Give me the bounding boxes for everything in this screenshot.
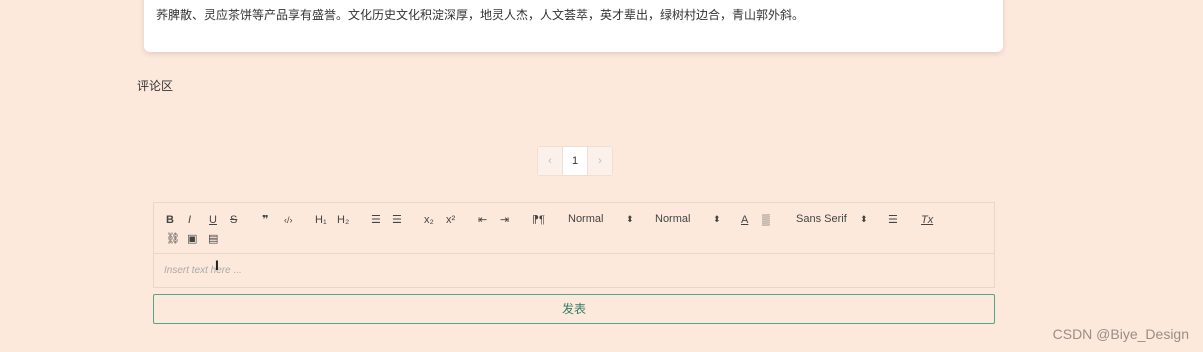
font-select[interactable]: Sans Serif ⬍ [796,213,872,225]
video-button[interactable]: ▤ [208,232,218,246]
strike-button[interactable]: S [230,213,237,227]
superscript-button[interactable]: x² [446,213,455,227]
bold-button[interactable]: B [166,213,174,227]
header-2-button[interactable]: H₂ [337,213,349,227]
comments-label: 评论区 [137,79,174,93]
bullet-list-button[interactable]: ☰ [392,213,402,227]
next-page-button[interactable]: › [588,147,612,175]
text-direction-button[interactable]: ⁋¶ [532,213,545,227]
header-select-value: Normal [655,213,691,225]
subscript-button[interactable]: x₂ [424,213,434,227]
size-select-value: Normal [568,213,604,225]
clean-format-button[interactable]: Tx [921,213,933,227]
indent-button[interactable]: ⇥ [500,213,509,227]
select-arrow-icon: ⬍ [626,214,634,224]
code-block-button[interactable]: ‹/› [284,213,293,227]
editor-content[interactable]: Insert text here ... [164,265,242,276]
editor-toolbar: B I U S ❞ ‹/› H₁ H₂ ☰ ☰ x₂ x² ⇤ ⇥ ⁋¶ Nor… [154,203,994,254]
image-button[interactable]: ▣ [187,232,197,246]
watermark: CSDN @Biye_Design [1052,326,1189,342]
header-select[interactable]: Normal ⬍ [655,213,725,225]
publish-button[interactable]: 发表 [153,294,995,324]
font-color-button[interactable]: A [741,213,748,227]
article-card: 荞脾散、灵应茶饼等产品享有盛誉。文化历史文化积淀深厚，地灵人杰，人文荟萃，英才辈… [144,0,1003,52]
header-1-button[interactable]: H₁ [315,213,327,227]
background-color-button[interactable]: ▒ [762,213,770,227]
blockquote-button[interactable]: ❞ [262,213,268,227]
link-button[interactable]: ⛓ [166,232,180,246]
text-cursor-icon: I [215,257,219,273]
underline-button[interactable]: U [209,213,217,227]
size-select[interactable]: Normal ⬍ [568,213,638,225]
align-button[interactable]: ☰ [888,213,898,227]
italic-button[interactable]: I [188,213,191,227]
font-select-value: Sans Serif [796,213,847,225]
page-1-button[interactable]: 1 [562,147,588,175]
select-arrow-icon: ⬍ [860,214,868,224]
comment-editor: B I U S ❞ ‹/› H₁ H₂ ☰ ☰ x₂ x² ⇤ ⇥ ⁋¶ Nor… [153,202,995,288]
article-text: 荞脾散、灵应茶饼等产品享有盛誉。文化历史文化积淀深厚，地灵人杰，人文荟萃，英才辈… [156,8,805,22]
ordered-list-button[interactable]: ☰ [371,213,381,227]
pagination: ‹ 1 › [537,146,613,176]
prev-page-button[interactable]: ‹ [538,147,562,175]
select-arrow-icon: ⬍ [713,214,721,224]
outdent-button[interactable]: ⇤ [478,213,487,227]
